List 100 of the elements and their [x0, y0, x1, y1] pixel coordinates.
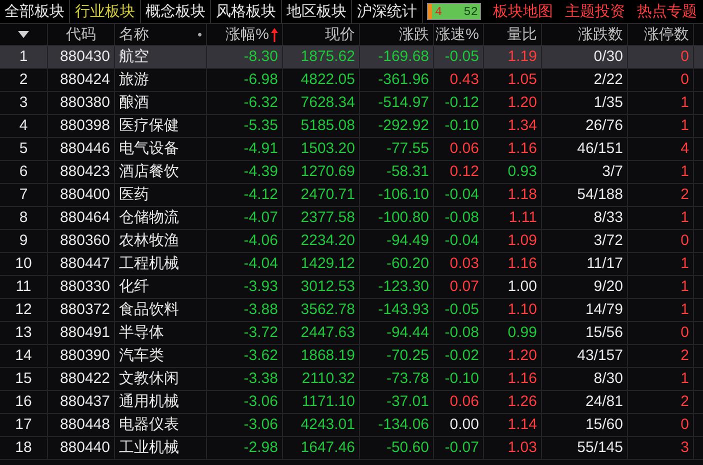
- change-percent: -3.72: [207, 322, 283, 344]
- advance-decline: 24/81: [542, 391, 628, 413]
- price-change: -169.68: [360, 46, 434, 68]
- volume-ratio: 0.93: [484, 161, 542, 183]
- sector-name: 通用机械: [115, 391, 207, 413]
- change-percent: -3.93: [207, 276, 283, 298]
- price-change: -123.30: [360, 276, 434, 298]
- stock-code: 880422: [48, 368, 115, 390]
- stock-code: 880360: [48, 230, 115, 252]
- row-number: 12: [0, 299, 48, 321]
- table-row[interactable]: 5 880446 电气设备 -4.91 1503.20 -77.55 0.06 1.16 46/151 4: [0, 138, 703, 161]
- sector-name: 医疗保健: [115, 115, 207, 137]
- table-row[interactable]: 14 880390 汽车类 -3.62 1868.19 -70.25 -0.02 1.20 43/157 2: [0, 345, 703, 368]
- row-number: 3: [0, 92, 48, 114]
- board-tab[interactable]: 地区板块: [282, 0, 352, 23]
- change-speed: -0.02: [434, 345, 484, 367]
- current-price: 1171.10: [283, 391, 360, 413]
- change-percent: -3.88: [207, 299, 283, 321]
- table-row[interactable]: 4 880398 医疗保健 -5.35 5185.08 -292.92 -0.10 1.34 26/76 1: [0, 115, 703, 138]
- column-header[interactable]: 涨幅%: [226, 25, 269, 44]
- table-row[interactable]: 15 880422 文教休闲 -3.38 2110.32 -73.78 -0.10 1.16 8/30 1: [0, 368, 703, 391]
- table-row[interactable]: 18 880440 工业机械 -2.98 1647.46 -50.60 -0.07 1.03 55/145 3: [0, 437, 703, 460]
- volume-ratio: 1.16: [484, 253, 542, 275]
- stock-code: 880390: [48, 345, 115, 367]
- current-price: 1270.69: [283, 161, 360, 183]
- table-row[interactable]: 11 880330 化纤 -3.93 3012.53 -123.30 0.07 1.00 9/20 1: [0, 276, 703, 299]
- table-row[interactable]: 2 880424 旅游 -6.98 4822.05 -361.96 0.43 1.05 2/22 0: [0, 69, 703, 92]
- change-percent: -3.06: [207, 414, 283, 436]
- volume-ratio: 1.00: [484, 276, 542, 298]
- board-tab[interactable]: 全部板块: [0, 0, 70, 23]
- volume-ratio: 1.05: [484, 69, 542, 91]
- change-percent: -3.62: [207, 345, 283, 367]
- current-price: 4243.01: [283, 414, 360, 436]
- dropdown-triangle-icon[interactable]: [18, 31, 29, 38]
- stock-code: 880447: [48, 253, 115, 275]
- table-row[interactable]: 3 880380 酿酒 -6.32 7628.34 -514.97 -0.12 1.20 1/35 1: [0, 92, 703, 115]
- row-number: 9: [0, 230, 48, 252]
- table-row[interactable]: 1 880430 航空 -8.30 1875.62 -169.68 -0.05 1.19 0/30 0: [0, 46, 703, 69]
- down-count: 52: [462, 4, 480, 18]
- change-speed: 0.12: [434, 161, 484, 183]
- sector-name: 工程机械: [115, 253, 207, 275]
- sector-name: 旅游: [115, 69, 207, 91]
- column-header[interactable]: 涨速%: [436, 25, 479, 44]
- board-tab[interactable]: 风格板块: [211, 0, 282, 23]
- column-header[interactable]: 量比: [507, 25, 537, 44]
- change-speed: 0.07: [434, 276, 484, 298]
- price-change: -143.93: [360, 299, 434, 321]
- stock-code: 880446: [48, 138, 115, 160]
- feature-link[interactable]: 主题投资: [565, 0, 626, 23]
- change-speed: -0.08: [434, 322, 484, 344]
- table-row[interactable]: 13 880491 半导体 -3.72 2447.63 -94.44 -0.08 0.99 15/56 0: [0, 322, 703, 345]
- advance-decline: 11/17: [542, 253, 628, 275]
- table-row[interactable]: 8 880464 仓储物流 -4.07 2377.58 -100.80 -0.08 1.11 8/33 1: [0, 207, 703, 230]
- stock-code: 880491: [48, 322, 115, 344]
- stock-code: 880464: [48, 207, 115, 229]
- current-price: 3012.53: [283, 276, 360, 298]
- board-tab[interactable]: 沪深统计: [352, 0, 423, 23]
- stock-code: 880400: [48, 184, 115, 206]
- current-price: 3562.78: [283, 299, 360, 321]
- board-tab[interactable]: 行业板块: [70, 0, 141, 23]
- column-header[interactable]: 涨跌: [399, 25, 429, 44]
- price-change: -100.80: [360, 207, 434, 229]
- row-number: 11: [0, 276, 48, 298]
- stock-code: 880430: [48, 46, 115, 68]
- row-number: 18: [0, 437, 48, 459]
- column-header[interactable]: 涨跌数: [578, 25, 623, 44]
- price-change: -58.31: [360, 161, 434, 183]
- price-change: -77.55: [360, 138, 434, 160]
- stock-code: 880398: [48, 115, 115, 137]
- feature-link[interactable]: 热点专题: [637, 0, 698, 23]
- column-header[interactable]: 现价: [325, 25, 355, 44]
- column-header[interactable]: 名称: [119, 25, 149, 44]
- row-number: 15: [0, 368, 48, 390]
- volume-ratio: 1.16: [484, 138, 542, 160]
- stock-code: 880437: [48, 391, 115, 413]
- price-change: -70.25: [360, 345, 434, 367]
- table-row[interactable]: 10 880447 工程机械 -4.04 1429.12 -60.20 0.03 1.16 11/17 1: [0, 253, 703, 276]
- advance-decline: 54/188: [542, 184, 628, 206]
- table-row[interactable]: 17 880448 电器仪表 -3.06 4243.01 -134.06 0.00 1.14 15/60 0: [0, 414, 703, 437]
- volume-ratio: 1.03: [484, 437, 542, 459]
- sector-name: 农林牧渔: [115, 230, 207, 252]
- feature-link[interactable]: 板块地图: [493, 0, 554, 23]
- volume-ratio: 1.26: [484, 391, 542, 413]
- table-row[interactable]: 9 880360 农林牧渔 -4.06 2234.20 -94.49 -0.04 1.09 3/72 0: [0, 230, 703, 253]
- limit-up-count: 3: [628, 437, 694, 459]
- limit-up-count: 2: [628, 345, 694, 367]
- advance-decline: 26/76: [542, 115, 628, 137]
- advance-decline: 15/60: [542, 414, 628, 436]
- volume-ratio: 1.20: [484, 345, 542, 367]
- column-header[interactable]: 涨停数: [644, 25, 689, 44]
- table-row[interactable]: 6 880423 酒店餐饮 -4.39 1270.69 -58.31 0.12 0.93 3/7 1: [0, 161, 703, 184]
- board-tab[interactable]: 概念板块: [140, 0, 212, 23]
- up-count: 4: [434, 4, 444, 18]
- stock-code: 880330: [48, 276, 115, 298]
- column-header[interactable]: 代码: [66, 25, 96, 44]
- table-row[interactable]: 16 880437 通用机械 -3.06 1171.10 -37.01 0.06 1.26 24/81 2: [0, 391, 703, 414]
- limit-up-count: 0: [628, 46, 694, 68]
- table-row[interactable]: 7 880400 医药 -4.12 2470.71 -106.10 -0.04 1.18 54/188 2: [0, 184, 703, 207]
- advance-decline: 9/20: [542, 276, 628, 298]
- table-row[interactable]: 12 880372 食品饮料 -3.88 3562.78 -143.93 -0.05 1.10 14/79 1: [0, 299, 703, 322]
